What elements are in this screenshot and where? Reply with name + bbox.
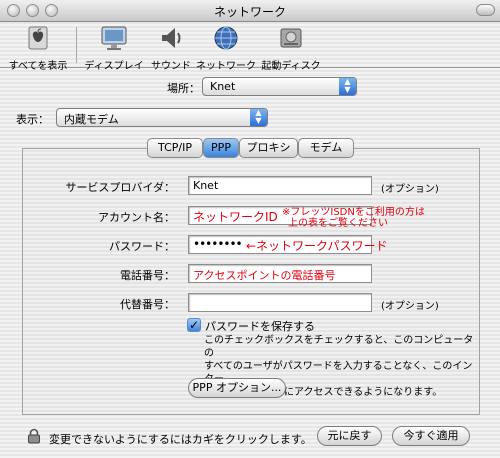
startup-disk-icon (280, 28, 302, 48)
password-note: ←ネットワークパスワード (246, 239, 388, 253)
toolbar: すべてを表示 ディスプレイ サウンド ネットワーク 起動ディスク (0, 22, 500, 72)
phone-number-label: 電話番号： (120, 269, 175, 282)
revert-button[interactable]: 元に戻す (317, 426, 382, 446)
toolbar-sound-label: サウンド (151, 61, 191, 72)
toolbar-startup-disk[interactable]: 起動ディスク (258, 24, 324, 72)
account-note-line2: 上の表をご覧ください (288, 218, 388, 229)
account-note: ※フレッツISDNをご利用の方は 上の表をご覧ください (282, 207, 432, 229)
location-label: 場所： (167, 82, 200, 95)
alternate-number-field[interactable] (188, 293, 372, 312)
apply-now-button[interactable]: 今すぐ適用 (392, 426, 470, 446)
phone-number-field[interactable]: アクセスポイントの電話番号 (188, 264, 372, 283)
popup-arrows-icon: ▲ ▼ (250, 109, 267, 126)
service-provider-field[interactable]: Knet (188, 176, 372, 195)
toolbar-network-label: ネットワーク (196, 61, 256, 72)
save-password-checkbox[interactable]: ✓ (187, 318, 201, 332)
toolbar-display[interactable]: ディスプレイ (84, 24, 144, 72)
show-value: 内蔵モデム (64, 113, 119, 126)
show-popup[interactable]: 内蔵モデム ▲ ▼ (56, 108, 268, 127)
sound-icon (162, 28, 181, 48)
alternate-number-label: 代替番号： (120, 298, 175, 311)
checkmark-icon: ✓ (188, 318, 200, 332)
toolbar-display-label: ディスプレイ (84, 61, 144, 72)
toolbar-network[interactable]: ネットワーク (196, 24, 256, 72)
network-icon (214, 26, 238, 50)
show-label: 表示： (16, 113, 49, 126)
save-password-label: パスワードを保存する (205, 320, 315, 333)
account-note-line1: ※フレッツISDNをご利用の方は (282, 207, 425, 218)
location-popup[interactable]: Knet ▲ ▼ (202, 77, 357, 96)
toolbar-toggle-button[interactable] (476, 4, 495, 16)
title-bar: ネットワーク (0, 0, 500, 22)
toolbar-separator (76, 27, 77, 63)
toolbar-sound[interactable]: サウンド (146, 24, 196, 72)
tab-proxy[interactable]: プロキシ (239, 138, 298, 158)
display-icon (101, 26, 127, 50)
window-title: ネットワーク (213, 5, 286, 19)
service-provider-label: サービスプロバイダ： (65, 181, 175, 194)
password-value: •••••••• (193, 237, 243, 251)
toolbar-show-all-label: すべてを表示 (8, 61, 68, 72)
lock-icon[interactable] (27, 428, 41, 444)
tab-ppp[interactable]: PPP (203, 138, 239, 158)
ppp-options-button[interactable]: PPP オプション... (188, 378, 286, 398)
tab-tcpip[interactable]: TCP/IP (147, 138, 203, 158)
location-value: Knet (210, 80, 236, 93)
toolbar-startup-disk-label: 起動ディスク (261, 61, 321, 72)
account-name-label: アカウント名： (98, 211, 175, 224)
description-line: このチェックボックスをチェックすると、このコンピュータの (204, 335, 474, 359)
account-name-value: ネットワークID (193, 210, 278, 224)
show-all-icon (28, 26, 48, 50)
alternate-number-optional: (オプション) (381, 301, 439, 312)
lock-text: 変更できないようにするにはカギをクリックします。 (49, 433, 312, 446)
toolbar-show-all[interactable]: すべてを表示 (5, 24, 71, 72)
password-label: パスワード： (109, 240, 175, 253)
tab-modem[interactable]: モデム (298, 138, 354, 158)
service-provider-optional: (オプション) (381, 184, 439, 195)
popup-arrows-icon: ▲ ▼ (339, 78, 356, 95)
